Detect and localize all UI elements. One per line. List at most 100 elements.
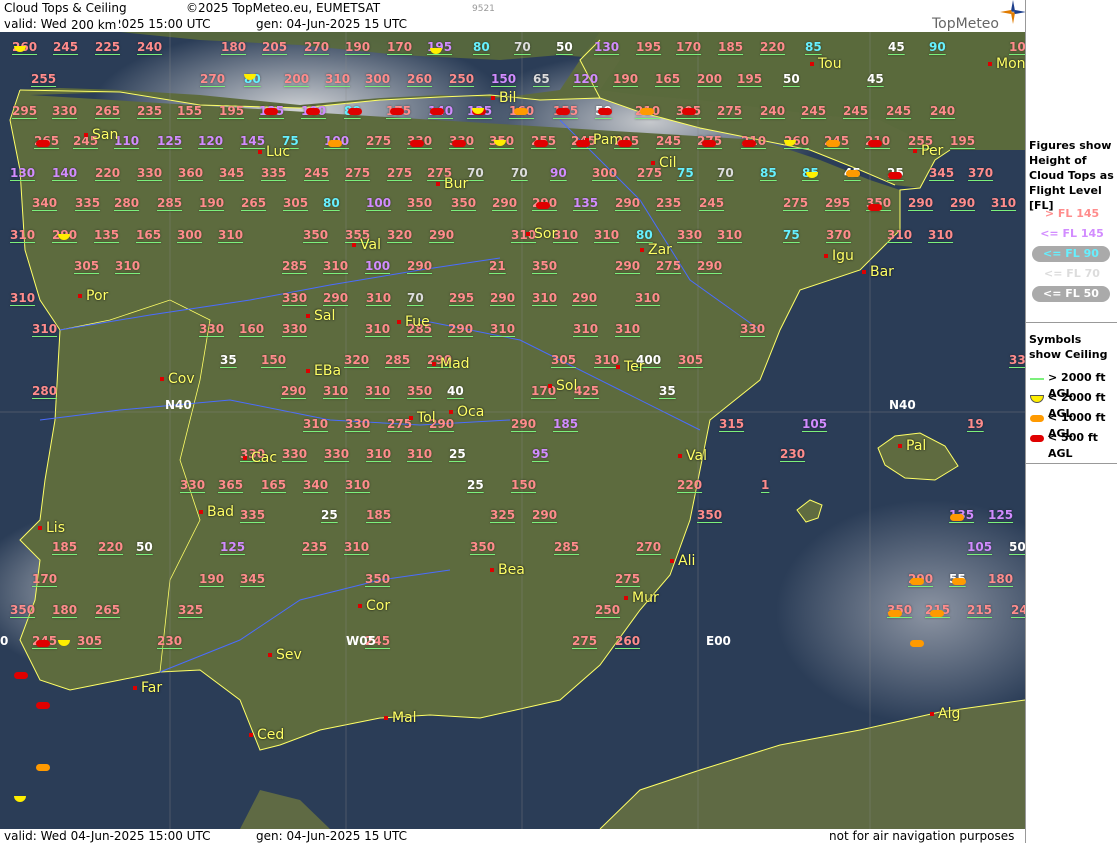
compass-logo-icon [1000,0,1026,24]
flight-level-label: 360 [178,166,204,180]
city-dot-icon [352,243,356,247]
flight-level-label: 70 [467,166,484,180]
flight-level-label: 70 [717,166,734,180]
flight-level-label: 265 [241,196,267,210]
flight-level-label: 345 [240,572,266,586]
legend-fl-item: <= FL 145 [1040,227,1104,240]
flight-level-label: 310 [323,384,349,398]
flight-level-label: 330 [282,291,308,305]
flight-level-label: 280 [32,384,58,398]
flight-level-label: 335 [75,196,101,210]
flight-level-label: 275 [615,572,641,586]
copyright-text: ©2025 TopMeteo.eu, EUMETSAT [186,1,381,15]
city-marker: EBa [306,363,341,379]
footer-disclaimer: not for air navigation purposes [829,829,1015,843]
generated-time: gen: 04-Jun-2025 15 UTC [256,17,408,31]
flight-level-label: 310 [344,540,370,554]
flight-level-label: 290 [407,259,433,273]
flight-level-label: 180 [221,40,247,54]
city-marker: Bad [199,504,234,520]
flight-level-label: 70 [511,166,528,180]
city-marker: Bea [490,562,525,578]
city-name: Bea [498,562,525,578]
flight-level-label: 290 [615,259,641,273]
flight-level-label: 170 [387,40,413,54]
ceiling-red-icon [888,172,902,179]
flight-level-label: 200 [284,72,310,86]
flight-level-label: 320 [387,228,413,242]
satellite-map[interactable]: 2602452252401802052701901701958070501301… [0,32,1025,829]
city-dot-icon [199,510,203,514]
ceiling-red-icon [682,108,696,115]
city-name: Igu [832,248,854,264]
legend-ceiling-item: < 2000 ft AGL [1026,390,1117,420]
flight-level-label: 310 [365,384,391,398]
flight-level-label: 80 [636,228,653,242]
ceiling-red-icon [534,140,548,147]
city-dot-icon [133,686,137,690]
ceiling-orange-icon [930,610,944,617]
flight-level-label: 65 [533,72,550,86]
city-marker: Far [133,680,162,696]
city-dot-icon [397,320,401,324]
flight-level-label: 320 [344,353,370,367]
city-dot-icon [258,150,262,154]
footer-bar: valid: Wed 04-Jun-2025 15:00 UTC gen: 04… [0,829,1025,843]
flight-level-label: 40 [447,384,464,398]
ceiling-red-icon [536,202,550,209]
flight-level-label: 35 [659,384,676,398]
flight-level-label: 170 [32,572,58,586]
flight-level-label: 285 [385,353,411,367]
flight-level-label: 285 [282,259,308,273]
flight-level-label: 50 [1009,540,1025,554]
flight-level-label: 300 [177,228,203,242]
city-marker: Bil [491,90,516,106]
flight-level-label: 325 [490,508,516,522]
city-marker: Por [78,288,108,304]
footer-valid-time: valid: Wed 04-Jun-2025 15:00 UTC [4,829,211,843]
flight-level-label: 125 [988,508,1014,522]
flight-level-label: 310 [366,291,392,305]
city-name: Mal [392,710,417,726]
flight-level-label: 135 [573,196,599,210]
city-marker: Val [678,448,707,464]
flight-level-label: 135 [94,228,120,242]
flight-level-label: 105 [802,417,828,431]
city-dot-icon [243,456,247,460]
flight-level-label: 310 [991,196,1017,210]
grid-label-w10: 0 [0,634,9,648]
city-marker: Cor [358,598,390,614]
flight-level-label: 100 [365,259,391,273]
ceiling-red-icon [598,108,612,115]
flight-level-label: 90 [550,166,567,180]
flight-level-label: 185 [553,417,579,431]
legend-fl-item: <= FL 70 [1044,267,1100,280]
flight-level-label: 235 [137,104,163,118]
flight-level-label: 425 [574,384,600,398]
city-name: Bad [207,504,235,520]
flight-level-label: 290 [532,508,558,522]
grid-label-n40-west: N40 [165,398,192,412]
flight-level-label: 350 [407,384,433,398]
map-title: Cloud Tops & Ceiling [4,1,127,15]
flight-level-label: 275 [366,134,392,148]
ceiling-red-icon [556,108,570,115]
city-name: Tou [818,56,842,72]
flight-level-label: 290 [950,196,976,210]
city-marker: Alg [930,706,960,722]
city-name: Bur [444,176,469,192]
flight-level-label: 250 [595,603,621,617]
ceiling-red-icon [618,140,632,147]
flight-level-label: 270 [304,40,330,54]
city-marker: Val [352,237,381,253]
ceiling-red-icon [390,108,404,115]
flight-level-label: 275 [717,104,743,118]
legend-ceiling-item: > 2000 ft AGL [1026,370,1117,400]
flight-level-label: 310 [573,322,599,336]
city-marker: Oca [449,404,484,420]
flight-level-label: 21 [489,259,506,273]
flight-level-label: 265 [95,104,121,118]
city-name: Alg [938,706,961,722]
flight-level-label: 310 [407,447,433,461]
flight-level-label: 130 [594,40,620,54]
